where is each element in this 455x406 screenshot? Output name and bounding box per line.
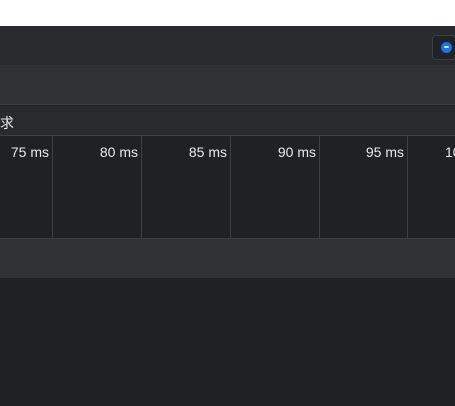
request-label: 求 bbox=[0, 115, 14, 131]
tick-label: 10 bbox=[445, 144, 455, 160]
timeline-column: 10 bbox=[408, 136, 455, 238]
tick-label: 80 ms bbox=[99, 144, 138, 160]
timeline-column: 80 ms bbox=[53, 136, 142, 238]
chat-button[interactable] bbox=[432, 35, 455, 60]
toolbar bbox=[0, 26, 455, 65]
empty-panel-row-lower bbox=[0, 238, 455, 278]
empty-panel-row bbox=[0, 65, 455, 105]
timeline-column: 95 ms bbox=[320, 136, 408, 238]
tick-label: 75 ms bbox=[10, 144, 49, 160]
tick-label: 90 ms bbox=[277, 144, 316, 160]
timeline-column: 85 ms bbox=[142, 136, 231, 238]
content-area bbox=[0, 278, 455, 406]
tick-label: 95 ms bbox=[365, 144, 404, 160]
timeline-column: 90 ms bbox=[231, 136, 320, 238]
timeline-grid: 75 ms 80 ms 85 ms 90 ms 95 ms 10 bbox=[0, 136, 455, 238]
top-white-area bbox=[0, 0, 455, 26]
devtools-panel: 求 75 ms 80 ms 85 ms 90 ms 95 ms 10 bbox=[0, 0, 455, 406]
chat-bubble-icon bbox=[441, 42, 452, 53]
timeline-column: 75 ms bbox=[0, 136, 53, 238]
tick-label: 85 ms bbox=[188, 144, 227, 160]
request-label-row: 求 bbox=[0, 106, 455, 136]
